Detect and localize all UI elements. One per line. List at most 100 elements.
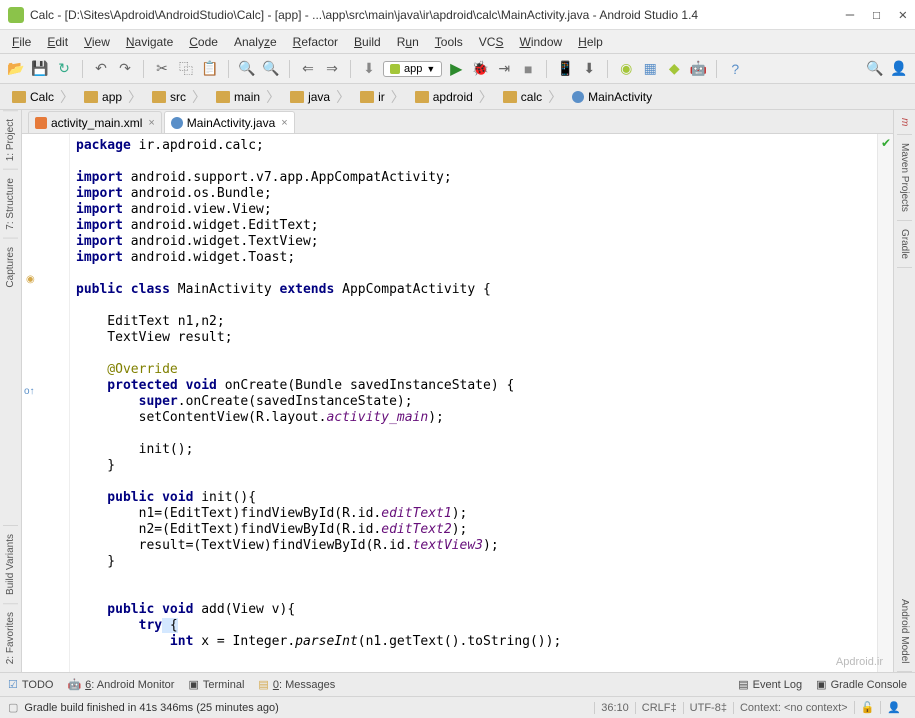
maven-tool-label[interactable]: Maven Projects [897,135,912,221]
editor-gutter[interactable]: ◉ o↑ [22,134,70,672]
status-quickswitch-icon[interactable]: ▢ [8,701,18,714]
crumb-folder[interactable]: main [212,86,286,108]
todo-tool[interactable]: ☑TODO [8,678,53,691]
menu-view[interactable]: View [78,33,116,51]
help-icon[interactable]: ? [725,59,745,79]
back-icon[interactable]: ⇐ [298,59,318,79]
menu-vcs[interactable]: VCS [473,33,510,51]
structure-tool[interactable]: 7: Structure [3,169,18,238]
editor-tabs: activity_main.xml × MainActivity.java × [22,110,893,134]
tab-activity-main-xml[interactable]: activity_main.xml × [28,111,162,133]
make-icon[interactable]: ⬇ [359,59,379,79]
attach-icon[interactable]: ⇥ [494,59,514,79]
gradle-tool[interactable]: Gradle [897,221,912,268]
debug-icon[interactable]: 🐞 [470,59,490,79]
cut-icon[interactable]: ✂ [152,59,172,79]
code-content[interactable]: package ir.apdroid.calc; import android.… [70,134,877,672]
main-area: 1: Project 7: Structure Captures Build V… [0,110,915,672]
window-title: Calc - [D:\Sites\Apdroid\AndroidStudio\C… [30,8,846,22]
undo-icon[interactable]: ↶ [91,59,111,79]
lock-icon[interactable]: 🔓 [854,701,881,714]
close-button[interactable]: ✕ [899,7,907,23]
android-icon[interactable]: 🤖 [688,59,708,79]
minimize-button[interactable]: — [846,7,854,23]
replace-icon[interactable]: 🔍 [261,59,281,79]
menu-file[interactable]: FFileile [6,33,37,51]
android-monitor-tool[interactable]: 🤖6: Android Monitor [67,678,174,691]
gradle-console-tool[interactable]: ▣Gradle Console [816,678,907,691]
caret-position[interactable]: 36:10 [594,702,635,714]
folder-icon [360,91,374,103]
open-icon[interactable]: 📂 [6,59,26,79]
android-icon: 🤖 [67,678,81,691]
encoding[interactable]: UTF-8‡ [683,702,733,714]
menu-analyze[interactable]: Analyze [228,33,283,51]
tab-mainactivity-java[interactable]: MainActivity.java × [164,111,295,133]
copy-icon[interactable]: ⿻ [176,59,196,79]
folder-icon [415,91,429,103]
menu-build[interactable]: Build [348,33,387,51]
structure-icon[interactable]: ▦ [640,59,660,79]
save-icon[interactable]: 💾 [30,59,50,79]
terminal-tool[interactable]: ▣Terminal [188,678,244,691]
code-editor[interactable]: ◉ o↑ package ir.apdroid.calc; import and… [22,134,893,672]
menu-refactor[interactable]: Refactor [287,33,344,51]
sync-gradle-icon[interactable]: ◆ [664,59,684,79]
menu-tools[interactable]: Tools [429,33,469,51]
menu-help[interactable]: Help [572,33,609,51]
folder-icon [84,91,98,103]
bottom-tool-stripe: ☑TODO 🤖6: Android Monitor ▣Terminal ▤0: … [0,672,915,696]
build-variants-tool[interactable]: Build Variants [3,525,18,603]
left-tool-stripe: 1: Project 7: Structure Captures Build V… [0,110,22,672]
stop-icon[interactable]: ■ [518,59,538,79]
status-bar: ▢ Gradle build finished in 41s 346ms (25… [0,696,915,718]
crumb-module[interactable]: app [80,86,148,108]
android-model-tool[interactable]: Android Model [897,591,912,672]
menu-navigate[interactable]: Navigate [120,33,179,51]
crumb-class[interactable]: MainActivity [568,86,658,108]
console-icon: ▣ [816,678,826,691]
tab-close-icon[interactable]: × [281,117,287,129]
crumb-folder[interactable]: apdroid [411,86,499,108]
run-button[interactable]: ▶ [446,59,466,79]
redo-icon[interactable]: ↷ [115,59,135,79]
menu-edit[interactable]: Edit [41,33,74,51]
crumb-folder[interactable]: calc [499,86,568,108]
messages-icon: ▤ [258,678,268,691]
paste-icon[interactable]: 📋 [200,59,220,79]
maximize-button[interactable]: ☐ [872,7,880,23]
forward-icon[interactable]: ⇒ [322,59,342,79]
user-icon[interactable]: 👤 [889,59,909,79]
captures-tool[interactable]: Captures [3,238,18,296]
event-log-tool[interactable]: ▤Event Log [738,678,802,691]
crumb-folder[interactable]: src [148,86,212,108]
line-separator[interactable]: CRLF‡ [635,702,683,714]
crumb-folder[interactable]: ir [356,86,411,108]
maven-tool[interactable]: m [897,110,912,135]
menu-window[interactable]: Window [513,33,568,51]
sdk-icon[interactable]: ⬇ [579,59,599,79]
hector-icon[interactable]: 👤 [880,701,907,714]
class-icon [171,117,183,129]
project-tool[interactable]: 1: Project [3,110,18,169]
sync-icon[interactable]: ↻ [54,59,74,79]
menu-run[interactable]: Run [391,33,425,51]
right-tool-stripe: m Maven Projects Gradle Android Model [893,110,915,672]
chevron-down-icon: ▼ [426,64,435,74]
context[interactable]: Context: <no context> [733,702,854,714]
crumb-root[interactable]: Calc [8,86,80,108]
monitor-icon[interactable]: ◉ [616,59,636,79]
search-icon[interactable]: 🔍 [865,59,885,79]
find-icon[interactable]: 🔍 [237,59,257,79]
log-icon: ▤ [738,678,748,691]
tab-close-icon[interactable]: × [148,117,154,129]
messages-tool[interactable]: ▤0: Messages [258,678,335,691]
run-config-selector[interactable]: app ▼ [383,61,442,77]
xml-icon [35,117,47,129]
toolbar-separator [350,60,351,78]
editor-scrollbar[interactable]: ✔ [877,134,893,672]
crumb-folder[interactable]: java [286,86,356,108]
menu-code[interactable]: Code [183,33,224,51]
avd-icon[interactable]: 📱 [555,59,575,79]
favorites-tool[interactable]: 2: Favorites [3,603,18,672]
